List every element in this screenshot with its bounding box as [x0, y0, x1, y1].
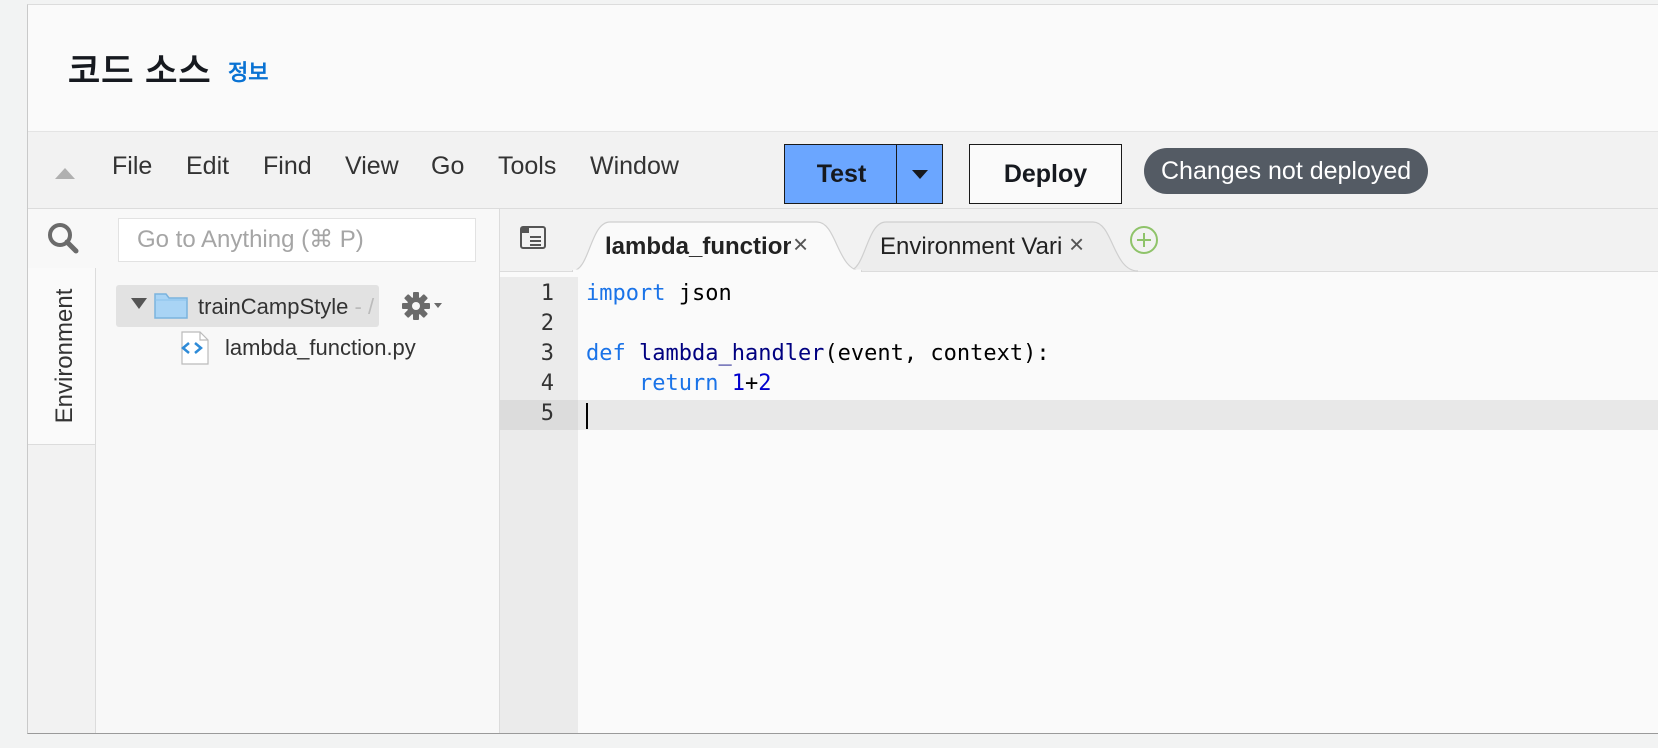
close-icon[interactable]: ×: [793, 229, 808, 260]
panel-header: 코드 소스 정보: [28, 5, 1658, 132]
code-source-panel: 코드 소스 정보 File Edit Find View Go Tools Wi…: [27, 4, 1658, 734]
keyword: def: [586, 341, 626, 366]
side-tab-strip: Environment: [28, 268, 96, 733]
code-editor: Environment Vari × lambda_function × 1 2…: [500, 209, 1658, 733]
tabs-menu-icon[interactable]: [520, 226, 548, 255]
status-badge: Changes not deployed: [1144, 148, 1429, 194]
menu-go[interactable]: Go: [431, 152, 464, 181]
tab-label: Environment Vari: [880, 233, 1063, 260]
code-line-4: return 1+2: [586, 371, 771, 396]
add-tab-icon[interactable]: [1129, 225, 1159, 260]
tab-lambda-function[interactable]: lambda_function ×: [572, 221, 872, 272]
test-button[interactable]: Test: [784, 144, 899, 204]
tab-environment[interactable]: Environment: [28, 268, 95, 445]
number-literal: 1: [731, 371, 745, 396]
root-folder-name: trainCampStyle: [198, 294, 349, 319]
expand-triangle-icon[interactable]: [131, 298, 147, 309]
menu-view[interactable]: View: [345, 152, 399, 181]
deploy-button-label: Deploy: [1003, 159, 1088, 188]
menu-edit[interactable]: Edit: [186, 152, 229, 181]
line-number: 3: [540, 341, 554, 366]
line-number-gutter: 1 2 3 4 5: [500, 277, 578, 733]
code-text: json: [665, 281, 732, 306]
function-name: lambda_handler: [639, 341, 825, 366]
menu-tools[interactable]: Tools: [498, 152, 556, 181]
info-link[interactable]: 정보: [228, 55, 268, 87]
search-icon[interactable]: [46, 221, 80, 260]
menu-window[interactable]: Window: [590, 152, 679, 181]
tab-label: lambda_function: [605, 233, 791, 260]
tree-file-label: lambda_function.py: [225, 335, 416, 360]
caret-down-icon: [911, 169, 928, 179]
code-line-3: def lambda_handler(event, context):: [586, 341, 1050, 366]
collapse-arrow-icon[interactable]: [55, 168, 75, 179]
tree-root-label: trainCampStyle - /: [198, 294, 374, 320]
close-icon[interactable]: ×: [1069, 229, 1084, 260]
goto-anything-input[interactable]: [118, 218, 476, 262]
line-number: 2: [540, 311, 554, 336]
line-number: 4: [540, 371, 554, 396]
python-file-icon: [178, 331, 212, 370]
text-cursor: [586, 403, 588, 429]
tab-environment-variables[interactable]: Environment Vari ×: [848, 221, 1148, 272]
test-dropdown-button[interactable]: [896, 144, 943, 204]
ide-menubar: File Edit Find View Go Tools Window Test…: [28, 132, 1658, 209]
folder-icon: [153, 290, 189, 325]
keyword: import: [586, 281, 666, 306]
environment-tab-label: Environment: [51, 288, 78, 424]
page-title: 코드 소스: [68, 52, 212, 91]
line-number: 1: [540, 281, 554, 306]
tree-root-folder[interactable]: trainCampStyle - /: [116, 285, 379, 327]
number-literal: 2: [758, 371, 772, 396]
menu-find[interactable]: Find: [263, 152, 312, 181]
operator: +: [744, 371, 759, 396]
code-text: (event, context):: [824, 341, 1050, 366]
code-line-1: import json: [586, 281, 732, 306]
active-line-highlight: [578, 400, 1658, 430]
editor-tabbar: Environment Vari × lambda_function ×: [500, 209, 1658, 272]
keyword: return: [638, 371, 719, 396]
gear-icon[interactable]: [401, 289, 445, 328]
environment-panel: Environment trainCampStyle - /: [28, 209, 500, 733]
code-text-area[interactable]: import json def lambda_handler(event, co…: [578, 277, 1658, 733]
root-folder-path: - /: [348, 294, 375, 319]
deploy-button[interactable]: Deploy: [969, 144, 1122, 204]
line-number: 5: [540, 401, 554, 426]
test-button-label: Test: [816, 159, 867, 188]
menu-file[interactable]: File: [112, 152, 152, 181]
